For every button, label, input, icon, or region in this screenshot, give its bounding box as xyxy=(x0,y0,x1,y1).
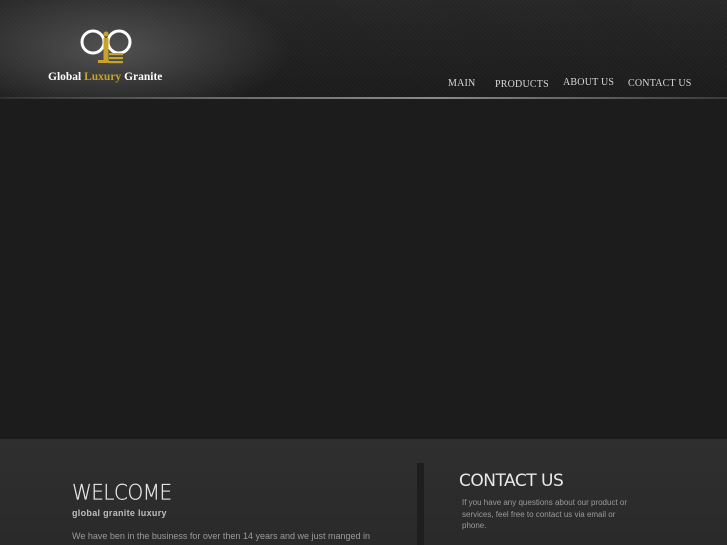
logo-wordmark: Global Luxury Granite xyxy=(48,71,162,83)
nav-item-contact-us[interactable]: CONTACT US xyxy=(628,78,692,89)
logo-mark-icon xyxy=(80,29,132,64)
nav-item-main[interactable]: MAIN xyxy=(448,78,475,89)
site-header: Global Luxury Granite MAIN PRODUCTS ABOU… xyxy=(0,0,727,98)
logo-word-luxury: Luxury xyxy=(84,71,122,83)
welcome-title: WELCOME xyxy=(72,479,172,505)
hero-banner xyxy=(0,99,727,439)
contact-body: If you have any questions about our prod… xyxy=(462,498,627,530)
welcome-body: We have ben in the business for over the… xyxy=(72,531,371,541)
logo[interactable]: Global Luxury Granite xyxy=(48,28,168,88)
column-divider xyxy=(417,463,424,545)
nav-item-about-us[interactable]: ABOUT US xyxy=(563,77,614,88)
logo-word-granite: Granite xyxy=(124,71,163,83)
welcome-subtitle: global granite luxury xyxy=(72,508,167,518)
logo-word-global: Global xyxy=(48,71,82,83)
contact-title: CONTACT US xyxy=(459,471,564,491)
nav-item-products[interactable]: PRODUCTS xyxy=(495,79,549,90)
